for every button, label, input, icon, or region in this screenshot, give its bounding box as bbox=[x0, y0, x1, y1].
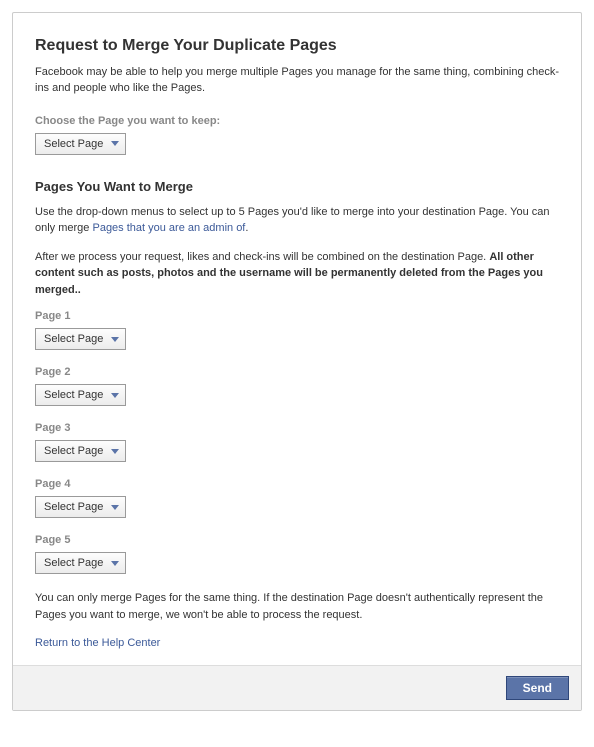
help-center-link[interactable]: Return to the Help Center bbox=[35, 637, 160, 649]
lead-text: Facebook may be able to help you merge m… bbox=[35, 65, 559, 97]
authenticity-note: You can only merge Pages for the same th… bbox=[35, 590, 559, 623]
dropdown-text: Select Page bbox=[44, 387, 103, 403]
dropdown-text: Select Page bbox=[44, 136, 103, 152]
chevron-down-icon bbox=[111, 561, 119, 566]
admin-pages-link[interactable]: Pages that you are an admin of bbox=[92, 222, 245, 234]
dropdown-text: Select Page bbox=[44, 499, 103, 515]
page-5-dropdown[interactable]: Select Page bbox=[35, 552, 126, 574]
page-5-block: Page 5 Select Page bbox=[35, 534, 559, 574]
keep-page-dropdown[interactable]: Select Page bbox=[35, 133, 126, 155]
merge-intro: Use the drop-down menus to select up to … bbox=[35, 204, 559, 237]
process-note: After we process your request, likes and… bbox=[35, 249, 559, 299]
page-3-label: Page 3 bbox=[35, 422, 559, 434]
dropdown-text: Select Page bbox=[44, 555, 103, 571]
dropdown-text: Select Page bbox=[44, 331, 103, 347]
page-1-block: Page 1 Select Page bbox=[35, 310, 559, 350]
page-2-block: Page 2 Select Page bbox=[35, 366, 559, 406]
process-note-plain: After we process your request, likes and… bbox=[35, 251, 489, 263]
merge-heading: Pages You Want to Merge bbox=[35, 179, 559, 194]
chevron-down-icon bbox=[111, 393, 119, 398]
send-button[interactable]: Send bbox=[506, 676, 569, 700]
page-4-block: Page 4 Select Page bbox=[35, 478, 559, 518]
chevron-down-icon bbox=[111, 141, 119, 146]
page-title: Request to Merge Your Duplicate Pages bbox=[35, 37, 559, 55]
page-4-dropdown[interactable]: Select Page bbox=[35, 496, 126, 518]
page-5-label: Page 5 bbox=[35, 534, 559, 546]
chevron-down-icon bbox=[111, 337, 119, 342]
panel-footer: Send bbox=[13, 665, 581, 710]
chevron-down-icon bbox=[111, 449, 119, 454]
page-4-label: Page 4 bbox=[35, 478, 559, 490]
page-2-dropdown[interactable]: Select Page bbox=[35, 384, 126, 406]
page-1-label: Page 1 bbox=[35, 310, 559, 322]
keep-page-label: Choose the Page you want to keep: bbox=[35, 115, 559, 127]
panel-content: Request to Merge Your Duplicate Pages Fa… bbox=[13, 13, 581, 665]
dropdown-text: Select Page bbox=[44, 443, 103, 459]
page-1-dropdown[interactable]: Select Page bbox=[35, 328, 126, 350]
page-3-block: Page 3 Select Page bbox=[35, 422, 559, 462]
merge-intro-suffix: . bbox=[245, 222, 248, 234]
merge-panel: Request to Merge Your Duplicate Pages Fa… bbox=[12, 12, 582, 711]
page-2-label: Page 2 bbox=[35, 366, 559, 378]
chevron-down-icon bbox=[111, 505, 119, 510]
page-3-dropdown[interactable]: Select Page bbox=[35, 440, 126, 462]
